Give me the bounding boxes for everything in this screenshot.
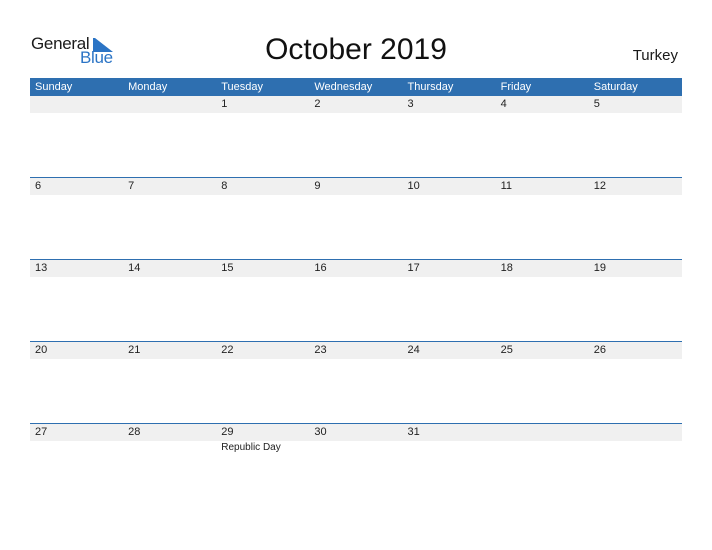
day-cell: 14 bbox=[123, 260, 216, 277]
day-cell: 4 bbox=[496, 96, 589, 113]
day-cell: 30 bbox=[309, 424, 402, 453]
day-cell: 5 bbox=[589, 96, 682, 113]
weekday-saturday: Saturday bbox=[593, 81, 638, 93]
holiday-label: Republic Day bbox=[221, 442, 281, 453]
day-number: 14 bbox=[128, 262, 141, 274]
day-number bbox=[35, 96, 123, 113]
day-cell bbox=[30, 96, 123, 113]
day-number: 9 bbox=[314, 180, 321, 192]
weeks-container: 1 2 3 4 5 6 7 8 9 10 11 12 13 14 15 16 17 18 19 20 21 22 23 24 2… bbox=[30, 96, 682, 505]
day-number bbox=[594, 424, 682, 441]
day-number: 22 bbox=[221, 344, 234, 356]
week-row: 1 2 3 4 5 bbox=[30, 96, 682, 177]
day-number: 18 bbox=[500, 262, 513, 274]
day-number: 24 bbox=[407, 344, 420, 356]
day-number: 10 bbox=[407, 180, 420, 192]
day-number: 12 bbox=[593, 180, 606, 192]
weekday-sunday: Sunday bbox=[35, 81, 73, 93]
day-number: 25 bbox=[500, 344, 513, 356]
day-cell: 27 bbox=[30, 424, 123, 453]
day-cell: 2 bbox=[309, 96, 402, 113]
day-number: 4 bbox=[500, 98, 507, 110]
day-cell: 15 bbox=[216, 260, 309, 277]
day-cell: 8 bbox=[216, 178, 309, 195]
week-row: 13 14 15 16 17 18 19 bbox=[30, 259, 682, 341]
day-cell: 21 bbox=[123, 342, 216, 359]
day-number: 20 bbox=[35, 344, 48, 356]
day-cell: 3 bbox=[403, 96, 496, 113]
day-cell: 24 bbox=[403, 342, 496, 359]
page-title: October 2019 bbox=[265, 33, 447, 66]
day-cell bbox=[496, 424, 589, 453]
day-cell: 25 bbox=[496, 342, 589, 359]
day-cell: 23 bbox=[309, 342, 402, 359]
weekday-friday: Friday bbox=[500, 81, 532, 93]
day-number: 7 bbox=[128, 180, 135, 192]
day-cell: 19 bbox=[589, 260, 682, 277]
day-cell: 9 bbox=[309, 178, 402, 195]
day-cell: 12 bbox=[589, 178, 682, 195]
day-number: 31 bbox=[407, 426, 420, 438]
day-number bbox=[128, 96, 216, 113]
day-number: 11 bbox=[500, 180, 513, 192]
day-number: 3 bbox=[407, 98, 414, 110]
day-cell: 6 bbox=[30, 178, 123, 195]
day-cell bbox=[123, 96, 216, 113]
day-cell: 18 bbox=[496, 260, 589, 277]
day-number: 2 bbox=[314, 98, 321, 110]
day-number: 30 bbox=[314, 426, 327, 438]
day-cell: 16 bbox=[309, 260, 402, 277]
day-cell: 1 bbox=[216, 96, 309, 113]
weekday-monday: Monday bbox=[128, 81, 168, 93]
day-number: 16 bbox=[314, 262, 327, 274]
day-number: 15 bbox=[221, 262, 234, 274]
day-cell: 7 bbox=[123, 178, 216, 195]
week-row: 20 21 22 23 24 25 26 bbox=[30, 341, 682, 423]
day-number: 13 bbox=[35, 262, 48, 274]
day-number: 1 bbox=[221, 98, 228, 110]
day-number: 23 bbox=[314, 344, 327, 356]
week-row: 27 28 29 Republic Day 30 31 bbox=[30, 423, 682, 505]
day-number: 6 bbox=[35, 180, 42, 192]
day-number: 26 bbox=[593, 344, 606, 356]
day-cell bbox=[589, 424, 682, 453]
weekday-wednesday: Wednesday bbox=[314, 81, 373, 93]
day-cell: 31 bbox=[403, 424, 496, 453]
day-number: 27 bbox=[35, 426, 48, 438]
day-cell: 13 bbox=[30, 260, 123, 277]
day-cell: 10 bbox=[403, 178, 496, 195]
day-cell: 11 bbox=[496, 178, 589, 195]
day-number: 5 bbox=[593, 98, 600, 110]
day-cell: 17 bbox=[403, 260, 496, 277]
day-number: 29 bbox=[221, 426, 234, 438]
day-cell: 28 bbox=[123, 424, 216, 453]
day-number: 8 bbox=[221, 180, 228, 192]
day-cell: 20 bbox=[30, 342, 123, 359]
day-number bbox=[501, 424, 589, 441]
day-number: 19 bbox=[593, 262, 606, 274]
day-cell: 29 Republic Day bbox=[216, 424, 309, 453]
week-row: 6 7 8 9 10 11 12 bbox=[30, 177, 682, 259]
day-cell: 26 bbox=[589, 342, 682, 359]
weekday-header: Sunday Monday Tuesday Wednesday Thursday… bbox=[30, 78, 682, 96]
day-number: 17 bbox=[407, 262, 420, 274]
weekday-thursday: Thursday bbox=[407, 81, 454, 93]
day-cell: 22 bbox=[216, 342, 309, 359]
weekday-tuesday: Tuesday bbox=[221, 81, 264, 93]
day-number: 28 bbox=[128, 426, 141, 438]
day-number: 21 bbox=[128, 344, 141, 356]
calendar-grid: Sunday Monday Tuesday Wednesday Thursday… bbox=[30, 78, 682, 505]
country-label: Turkey bbox=[632, 47, 678, 64]
